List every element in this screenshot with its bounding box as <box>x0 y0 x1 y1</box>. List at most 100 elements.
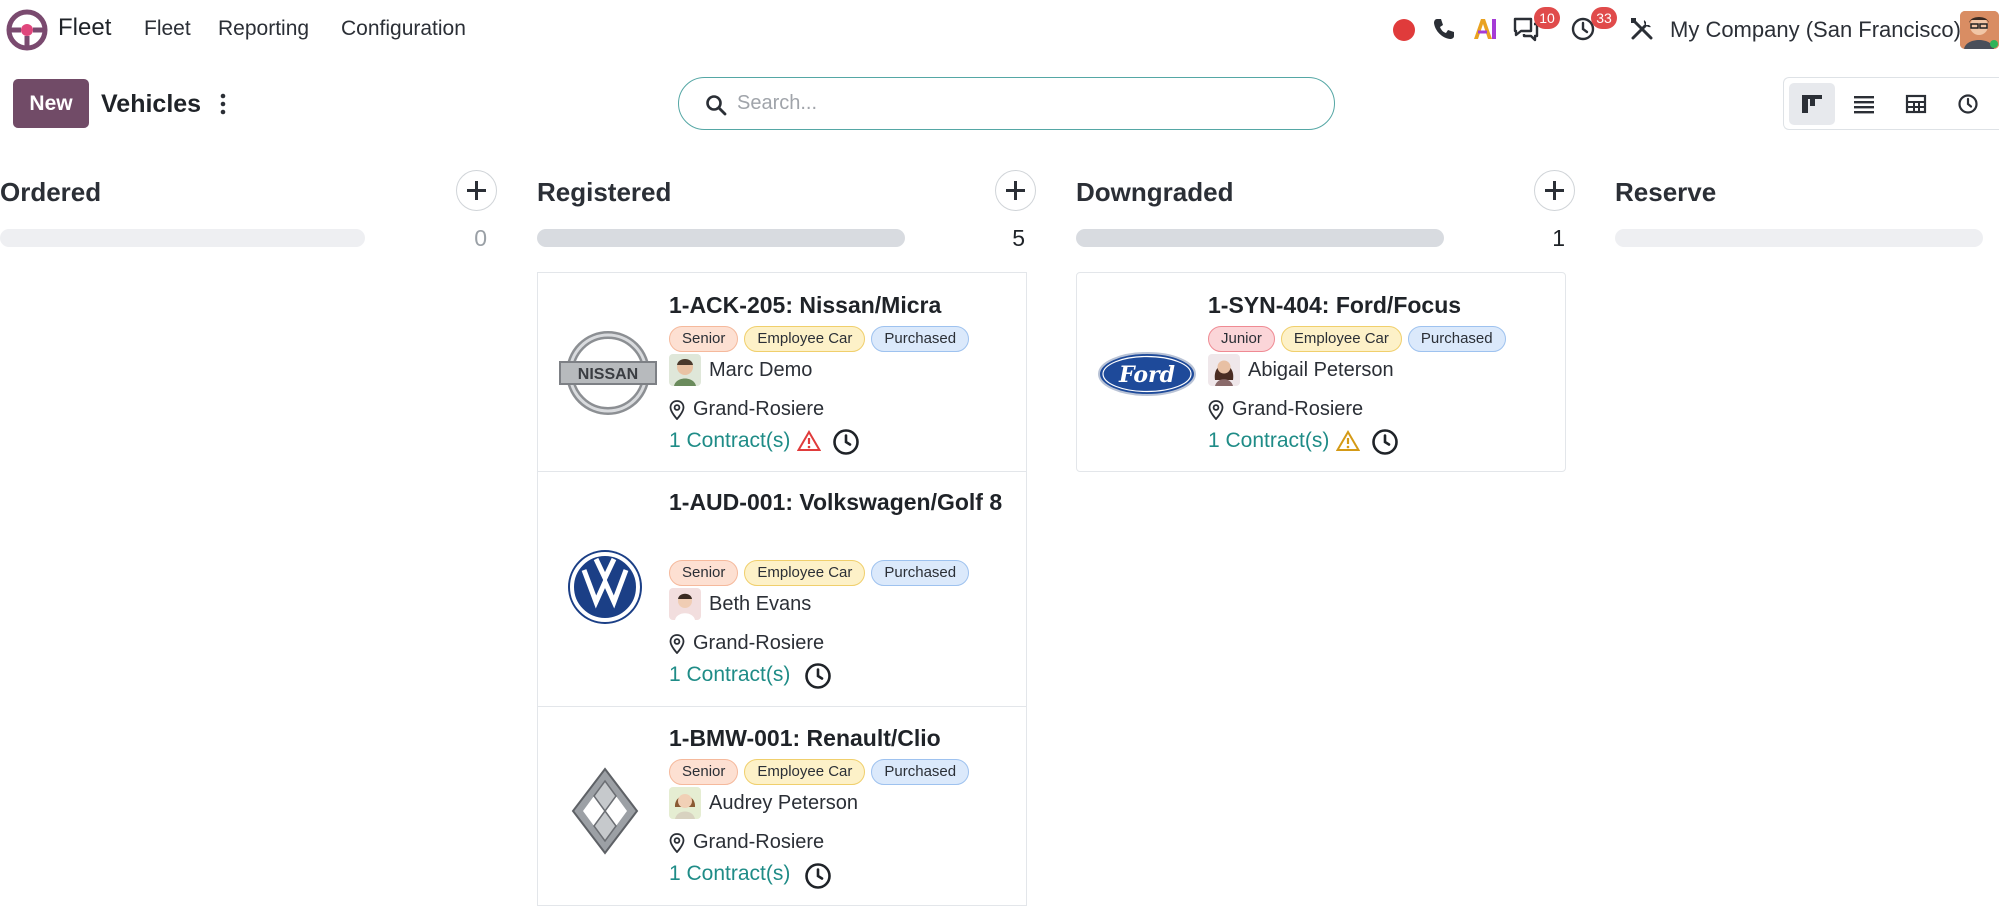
vehicle-card[interactable]: NISSAN 1-ACK-205: Nissan/Micra Senior Em… <box>537 272 1027 472</box>
map-marker-icon <box>669 399 685 420</box>
driver: Marc Demo <box>669 354 812 386</box>
tag-senior: Senior <box>669 326 739 352</box>
column-title-reserve[interactable]: Reserve <box>1615 177 1716 208</box>
tag-purchased: Purchased <box>871 759 970 785</box>
contracts-link[interactable]: 1 Contract(s) <box>669 429 822 453</box>
tag-junior: Junior <box>1208 326 1275 352</box>
tag-employee-car: Employee Car <box>744 560 866 586</box>
column-title-registered[interactable]: Registered <box>537 177 671 208</box>
location-name: Grand-Rosiere <box>693 831 825 853</box>
renault-logo <box>571 767 639 855</box>
location: Grand-Rosiere <box>669 632 824 655</box>
tag-list: Senior Employee Car Purchased <box>669 326 970 352</box>
column-title-downgraded[interactable]: Downgraded <box>1076 177 1233 208</box>
view-switcher <box>1783 77 1999 130</box>
tools-icon[interactable] <box>1628 15 1656 43</box>
warning-icon <box>1336 430 1361 451</box>
column-progressbar-ordered[interactable] <box>0 229 365 247</box>
location-name: Grand-Rosiere <box>1232 398 1364 420</box>
driver-avatar <box>669 354 701 386</box>
map-marker-icon <box>669 633 685 654</box>
contracts-link[interactable]: 1 Contract(s) <box>669 663 790 687</box>
location: Grand-Rosiere <box>669 398 824 421</box>
contracts-label: 1 Contract(s) <box>669 663 791 686</box>
menu-reporting[interactable]: Reporting <box>218 17 309 41</box>
table-icon <box>1905 94 1927 114</box>
driver: Abigail Peterson <box>1208 354 1394 386</box>
menu-fleet[interactable]: Fleet <box>144 17 191 41</box>
column-count-registered: 5 <box>1012 225 1025 251</box>
search-icon <box>706 95 727 116</box>
vehicle-title: 1-SYN-404: Ford/Focus <box>1208 292 1462 318</box>
svg-text:NISSAN: NISSAN <box>578 366 638 383</box>
top-navbar: Fleet Fleet Reporting Configuration 10 3… <box>0 0 1999 60</box>
list-view-button[interactable] <box>1841 83 1887 125</box>
driver: Audrey Peterson <box>669 787 858 819</box>
column-add-button-registered[interactable] <box>995 170 1036 211</box>
search-input[interactable] <box>737 78 1297 129</box>
tag-purchased: Purchased <box>1407 326 1506 352</box>
tag-senior: Senior <box>669 560 739 586</box>
activity-view-button[interactable] <box>1945 83 1991 125</box>
driver-name: Audrey Peterson <box>709 791 858 814</box>
search-bar[interactable] <box>678 77 1335 130</box>
location: Grand-Rosiere <box>669 831 824 854</box>
tag-purchased: Purchased <box>871 560 970 586</box>
activity-clock-icon[interactable] <box>804 662 832 690</box>
driver-name: Beth Evans <box>709 592 812 615</box>
vehicle-card[interactable]: 1-AUD-001: Volkswagen/Golf 8 Senior Empl… <box>537 471 1027 707</box>
vehicle-card[interactable]: 1-BMW-001: Renault/Clio Senior Employee … <box>537 706 1027 906</box>
driver-avatar <box>1208 354 1240 386</box>
page-title: Vehicles <box>101 90 202 118</box>
list-icon <box>1854 96 1874 114</box>
tag-employee-car: Employee Car <box>744 759 866 785</box>
activity-clock-icon[interactable] <box>832 428 860 456</box>
tag-purchased: Purchased <box>871 326 970 352</box>
fleet-app-icon[interactable] <box>6 9 48 51</box>
kanban-icon <box>1802 95 1822 113</box>
tag-employee-car: Employee Car <box>1280 326 1402 352</box>
tag-employee-car: Employee Car <box>744 326 866 352</box>
location-name: Grand-Rosiere <box>693 632 825 654</box>
phone-icon[interactable] <box>1430 15 1458 43</box>
messages-badge: 10 <box>1534 7 1560 29</box>
clock-icon <box>1958 94 1978 114</box>
activity-clock-icon[interactable] <box>1371 428 1399 456</box>
recording-indicator-icon[interactable] <box>1393 19 1415 41</box>
svg-text:Ford: Ford <box>1118 362 1175 388</box>
column-add-button-downgraded[interactable] <box>1534 170 1575 211</box>
column-add-button-ordered[interactable] <box>456 170 497 211</box>
column-count-downgraded: 1 <box>1552 225 1565 251</box>
user-avatar[interactable] <box>1960 11 1999 49</box>
contracts-label: 1 Contract(s) <box>1208 429 1330 452</box>
driver-name: Marc Demo <box>709 358 813 381</box>
driver-avatar <box>669 588 701 620</box>
ford-logo: Ford <box>1098 352 1196 396</box>
map-marker-icon <box>669 832 685 853</box>
new-button[interactable]: New <box>13 79 89 128</box>
tag-list: Junior Employee Car Purchased <box>1208 326 1506 352</box>
tag-senior: Senior <box>669 759 739 785</box>
column-progressbar-downgraded[interactable] <box>1076 229 1444 247</box>
contracts-link[interactable]: 1 Contract(s) <box>669 862 790 886</box>
actions-menu-icon[interactable] <box>216 91 230 117</box>
driver-name: Abigail Peterson <box>1248 358 1394 381</box>
column-progressbar-reserve[interactable] <box>1615 229 1983 247</box>
tag-list: Senior Employee Car Purchased <box>669 560 970 586</box>
nissan-logo: NISSAN <box>559 331 657 415</box>
column-progressbar-registered[interactable] <box>537 229 905 247</box>
company-switcher[interactable]: My Company (San Francisco) <box>1670 17 1961 43</box>
menu-configuration[interactable]: Configuration <box>341 17 466 41</box>
pivot-view-button[interactable] <box>1893 83 1939 125</box>
contracts-link[interactable]: 1 Contract(s) <box>1208 429 1361 453</box>
activity-clock-icon[interactable] <box>804 862 832 890</box>
warning-icon <box>797 430 822 451</box>
column-title-ordered[interactable]: Ordered <box>0 177 101 208</box>
app-name: Fleet <box>58 14 112 41</box>
ai-icon[interactable] <box>1471 15 1499 43</box>
contracts-label: 1 Contract(s) <box>669 429 791 452</box>
contracts-label: 1 Contract(s) <box>669 862 791 885</box>
kanban-view-button[interactable] <box>1789 83 1835 125</box>
location-name: Grand-Rosiere <box>693 398 825 420</box>
vehicle-card[interactable]: Ford 1-SYN-404: Ford/Focus Junior Employ… <box>1076 272 1566 472</box>
